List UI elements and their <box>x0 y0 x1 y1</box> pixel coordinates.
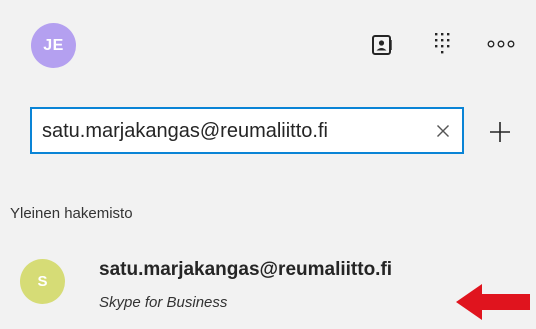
more-options-icon <box>487 40 515 48</box>
result-initial: S <box>37 273 48 290</box>
add-contact-button[interactable] <box>485 117 515 147</box>
clear-search-button[interactable] <box>433 121 453 141</box>
dial-pad-icon <box>435 33 450 54</box>
plus-icon <box>490 122 510 142</box>
search-box <box>30 107 464 154</box>
section-label-directory: Yleinen hakemisto <box>10 205 133 222</box>
search-result-item[interactable]: S satu.marjakangas@reumaliitto.fi Skype … <box>0 250 536 329</box>
contact-card-icon <box>372 35 392 55</box>
result-subtitle: Skype for Business <box>99 294 228 311</box>
close-icon <box>437 125 449 137</box>
dial-pad-button[interactable] <box>429 30 455 58</box>
result-name: satu.marjakangas@reumaliitto.fi <box>99 259 393 280</box>
contacts-button[interactable] <box>369 32 395 58</box>
user-avatar[interactable]: JE <box>31 23 76 68</box>
user-initials: JE <box>43 36 64 54</box>
red-arrow-pointer-icon <box>456 284 530 320</box>
more-options-button[interactable] <box>486 34 516 54</box>
result-avatar: S <box>20 259 65 304</box>
search-input[interactable] <box>42 117 422 145</box>
